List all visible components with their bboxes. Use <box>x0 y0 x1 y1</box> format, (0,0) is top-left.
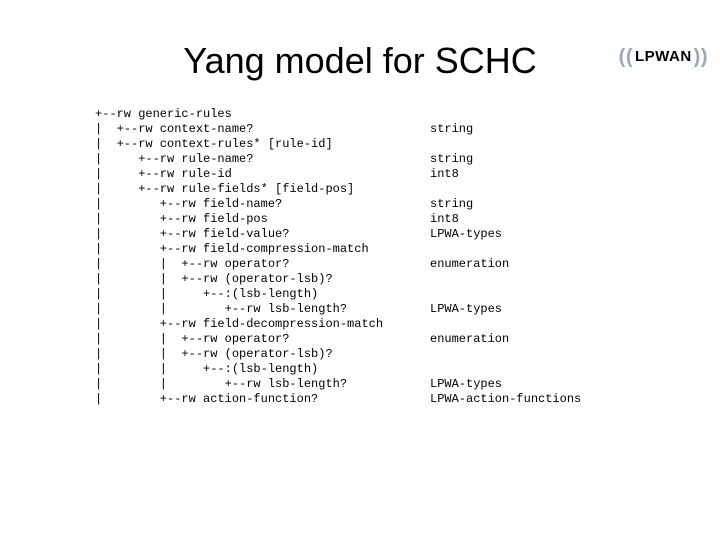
logo: ((LPWAN)) <box>617 46 710 69</box>
tree-row: | +--rw context-rules* [rule-id] <box>95 137 720 152</box>
tree-row: | | +--rw lsb-length?LPWA-types <box>95 302 720 317</box>
tree-path: | | +--rw (operator-lsb)? <box>95 272 430 287</box>
tree-row: | +--rw context-name?string <box>95 122 720 137</box>
tree-type: LPWA-action-functions <box>430 392 581 407</box>
tree-type: int8 <box>430 167 459 182</box>
tree-path: | +--rw rule-id <box>95 167 430 182</box>
tree-type: int8 <box>430 212 459 227</box>
page-title: Yang model for SCHC <box>0 40 720 82</box>
tree-row: | | +--rw lsb-length?LPWA-types <box>95 377 720 392</box>
tree-row: | | +--:(lsb-length) <box>95 362 720 377</box>
tree-path: | +--rw rule-name? <box>95 152 430 167</box>
tree-row: | +--rw field-value?LPWA-types <box>95 227 720 242</box>
tree-row: +--rw generic-rules <box>95 107 720 122</box>
tree-row: | +--rw field-posint8 <box>95 212 720 227</box>
tree-path: +--rw generic-rules <box>95 107 430 122</box>
tree-path: | +--rw field-value? <box>95 227 430 242</box>
tree-path: | +--rw field-name? <box>95 197 430 212</box>
logo-open-paren: (( <box>617 46 635 68</box>
tree-type: LPWA-types <box>430 227 502 242</box>
tree-path: | +--rw action-function? <box>95 392 430 407</box>
tree-path: | +--rw context-rules* [rule-id] <box>95 137 430 152</box>
tree-type: LPWA-types <box>430 302 502 317</box>
tree-path: | +--rw field-compression-match <box>95 242 430 257</box>
tree-row: | +--rw field-compression-match <box>95 242 720 257</box>
tree-path: | | +--rw lsb-length? <box>95 377 430 392</box>
tree-row: | | +--:(lsb-length) <box>95 287 720 302</box>
tree-row: | | +--rw (operator-lsb)? <box>95 272 720 287</box>
tree-type: string <box>430 122 473 137</box>
tree-path: | | +--rw operator? <box>95 257 430 272</box>
tree-path: | +--rw field-pos <box>95 212 430 227</box>
logo-close-paren: )) <box>692 46 710 68</box>
tree-type: enumeration <box>430 257 509 272</box>
tree-path: | | +--:(lsb-length) <box>95 287 430 302</box>
tree-row: | +--rw rule-idint8 <box>95 167 720 182</box>
tree-type: LPWA-types <box>430 377 502 392</box>
tree-row: | +--rw field-name?string <box>95 197 720 212</box>
tree-path: | +--rw field-decompression-match <box>95 317 430 332</box>
tree-path: | | +--:(lsb-length) <box>95 362 430 377</box>
yang-tree: +--rw generic-rules| +--rw context-name?… <box>95 107 720 407</box>
tree-path: | +--rw rule-fields* [field-pos] <box>95 182 430 197</box>
tree-type: enumeration <box>430 332 509 347</box>
tree-row: | +--rw field-decompression-match <box>95 317 720 332</box>
tree-row: | +--rw action-function?LPWA-action-func… <box>95 392 720 407</box>
tree-path: | | +--rw lsb-length? <box>95 302 430 317</box>
tree-path: | | +--rw (operator-lsb)? <box>95 347 430 362</box>
tree-row: | | +--rw (operator-lsb)? <box>95 347 720 362</box>
tree-row: | | +--rw operator?enumeration <box>95 332 720 347</box>
tree-row: | +--rw rule-fields* [field-pos] <box>95 182 720 197</box>
tree-type: string <box>430 152 473 167</box>
tree-path: | +--rw context-name? <box>95 122 430 137</box>
logo-text: LPWAN <box>635 48 692 65</box>
tree-row: | +--rw rule-name?string <box>95 152 720 167</box>
tree-type: string <box>430 197 473 212</box>
tree-row: | | +--rw operator?enumeration <box>95 257 720 272</box>
tree-path: | | +--rw operator? <box>95 332 430 347</box>
